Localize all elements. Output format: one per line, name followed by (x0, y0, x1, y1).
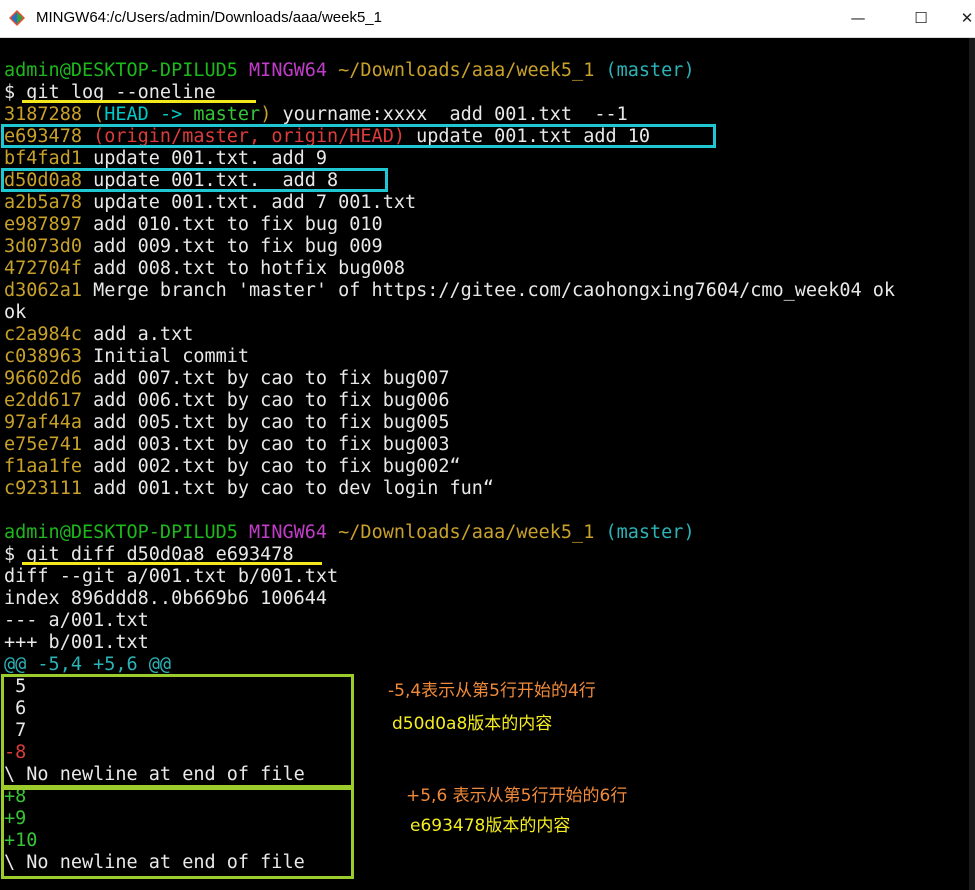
prompt-shell: MINGW64 (249, 522, 328, 543)
commit-hash: 3d073d0 (4, 236, 82, 257)
log-line: c923111 add 001.txt by cao to dev login … (4, 478, 970, 500)
annotation-old-range: -5,4表示从第5行开始的4行 (388, 681, 596, 701)
log-line: c038963 Initial commit (4, 346, 970, 368)
maximize-button[interactable]: ☐ (898, 0, 944, 37)
commit-message: add 010.txt to fix bug 010 (81, 214, 383, 235)
log-line: e75e741 add 003.txt by cao to fix bug003 (4, 434, 970, 456)
diff-header: --- a/001.txt (4, 610, 149, 631)
log-line: e987897 add 010.txt to fix bug 010 (4, 214, 970, 236)
branch-ref: master (193, 104, 261, 125)
commit-message: add 008.txt to hotfix bug008 (81, 258, 405, 279)
commit-message: add 002.txt by cao to fix bug002“ (81, 456, 461, 477)
log-line: 472704f add 008.txt to hotfix bug008 (4, 258, 970, 280)
log-line: ok (4, 302, 970, 324)
highlight-box-d50d0a8 (1, 168, 388, 192)
title-bar: MINGW64:/c/Users/admin/Downloads/aaa/wee… (0, 0, 975, 38)
commit-hash: 472704f (4, 258, 82, 279)
commit-message: Initial commit (81, 346, 250, 367)
ref-paren: ) (260, 104, 272, 125)
ref-paren: ( (93, 104, 105, 125)
log-line: e2dd617 add 006.txt by cao to fix bug006 (4, 390, 970, 412)
head-ref: HEAD -> (104, 104, 194, 125)
diff-header: +++ b/001.txt (4, 632, 149, 653)
annotation-new-version: e693478版本的内容 (410, 816, 571, 836)
prompt-line: admin@DESKTOP-DPILUD5 MINGW64 ~/Download… (4, 522, 970, 544)
prompt-user: admin@DESKTOP-DPILUD5 (4, 522, 238, 543)
annotation-new-range: +5,6 表示从第5行开始的6行 (406, 786, 628, 806)
commit-message: add 007.txt by cao to fix bug007 (81, 368, 450, 389)
commit-hash: c923111 (4, 478, 82, 499)
git-bash-icon (9, 10, 25, 26)
commit-hash: c2a984c (4, 324, 82, 345)
log-line: 3187288 (HEAD -> master) yourname:xxxx a… (4, 104, 970, 126)
diff-header: diff --git a/001.txt b/001.txt (4, 566, 339, 587)
close-button[interactable]: ✕ (944, 0, 975, 37)
prompt-user: admin@DESKTOP-DPILUD5 (4, 60, 238, 81)
log-line: d3062a1 Merge branch 'master' of https:/… (4, 280, 970, 302)
commit-message: add 003.txt by cao to fix bug003 (81, 434, 450, 455)
commit-message: add 001.txt by cao to dev login fun“ (81, 478, 495, 499)
annotation-old-version: d50d0a8版本的内容 (392, 714, 553, 734)
new-content-box (1, 787, 354, 879)
commit-message: update 001.txt. add 7 001.txt (81, 192, 417, 213)
minimize-button[interactable]: — (835, 0, 881, 37)
highlight-box-e693478 (1, 124, 716, 148)
commit-hash: a2b5a78 (4, 192, 82, 213)
commit-hash: e75e741 (4, 434, 82, 455)
prompt-line: admin@DESKTOP-DPILUD5 MINGW64 ~/Download… (4, 60, 970, 82)
log-line: 96602d6 add 007.txt by cao to fix bug007 (4, 368, 970, 390)
commit-message: yourname:xxxx add 001.txt --1 (271, 104, 628, 125)
prompt-shell: MINGW64 (249, 60, 328, 81)
commit-message: add a.txt (81, 324, 194, 345)
prompt-branch: (master) (605, 60, 695, 81)
commit-message: Merge branch 'master' of https://gitee.c… (81, 280, 896, 301)
log-line: a2b5a78 update 001.txt. add 7 001.txt (4, 192, 970, 214)
commit-hash: d3062a1 (4, 280, 82, 301)
old-content-box (1, 674, 354, 788)
commit-message: ok (4, 302, 27, 323)
log-line: 97af44a add 005.txt by cao to fix bug005 (4, 412, 970, 434)
commit-message: add 005.txt by cao to fix bug005 (81, 412, 450, 433)
command-underline (22, 100, 256, 103)
commit-hash: bf4fad1 (4, 148, 82, 169)
commit-hash: 3187288 (4, 104, 82, 125)
commit-hash: 97af44a (4, 412, 82, 433)
prompt-path: ~/Downloads/aaa/week5_1 (338, 522, 595, 543)
commit-message: update 001.txt. add 9 (81, 148, 328, 169)
commit-hash: 96602d6 (4, 368, 82, 389)
log-line: bf4fad1 update 001.txt. add 9 (4, 148, 970, 170)
window-title: MINGW64:/c/Users/admin/Downloads/aaa/wee… (36, 9, 382, 26)
diff-hunk-header: @@ -5,4 +5,6 @@ (4, 654, 172, 675)
log-line: f1aa1fe add 002.txt by cao to fix bug002… (4, 456, 970, 478)
commit-message: add 009.txt to fix bug 009 (81, 236, 383, 257)
prompt-branch: (master) (605, 522, 695, 543)
log-line: 3d073d0 add 009.txt to fix bug 009 (4, 236, 970, 258)
commit-hash: c038963 (4, 346, 82, 367)
commit-hash: f1aa1fe (4, 456, 82, 477)
diff-header: index 896ddd8..0b669b6 100644 (4, 588, 328, 609)
command-underline (22, 562, 322, 565)
commit-hash: e2dd617 (4, 390, 82, 411)
prompt-path: ~/Downloads/aaa/week5_1 (338, 60, 595, 81)
commit-hash: e987897 (4, 214, 82, 235)
commit-message: add 006.txt by cao to fix bug006 (81, 390, 450, 411)
log-line: c2a984c add a.txt (4, 324, 970, 346)
